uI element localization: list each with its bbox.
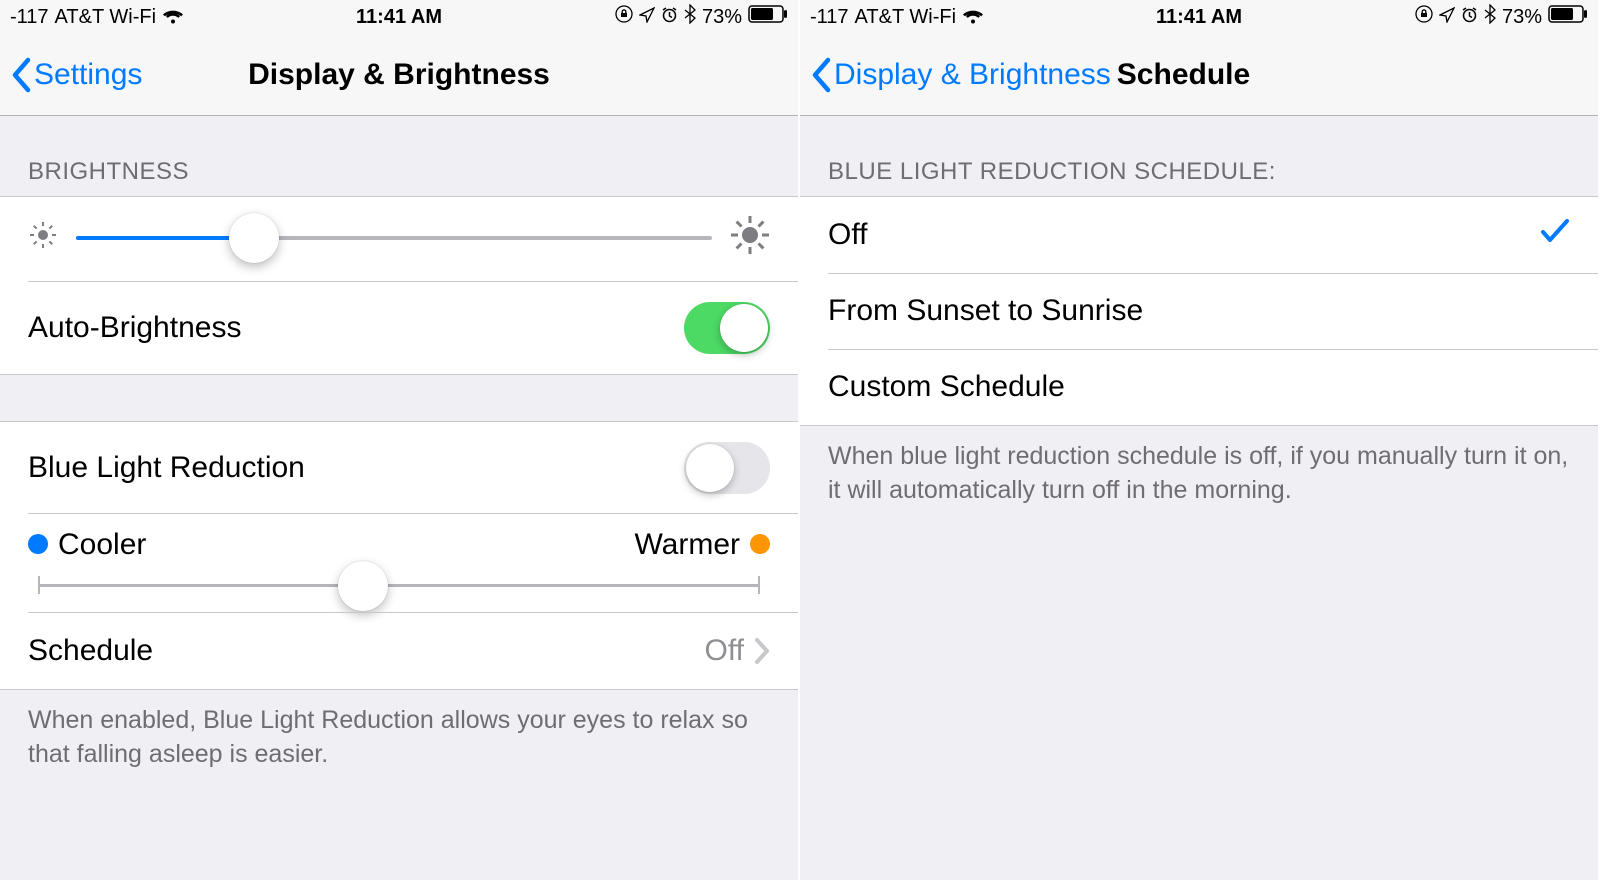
signal-strength: -117	[10, 6, 49, 29]
page-title: Schedule	[1117, 58, 1250, 92]
schedule-option-custom[interactable]: Custom Schedule	[800, 349, 1598, 425]
brightness-slider-cell	[0, 197, 798, 282]
auto-brightness-toggle[interactable]	[684, 302, 770, 354]
section-header-schedule: BLUE LIGHT REDUCTION SCHEDULE:	[800, 116, 1598, 196]
sun-small-icon	[28, 220, 58, 255]
bluetooth-icon	[684, 4, 696, 30]
option-label: From Sunset to Sunrise	[828, 294, 1143, 328]
warmer-dot-icon	[750, 534, 770, 554]
page-title: Display & Brightness	[248, 58, 550, 92]
alarm-icon	[661, 6, 678, 29]
screen-schedule: -117 AT&T Wi-Fi 11:41 AM 73% Display & B…	[800, 0, 1600, 880]
option-label: Custom Schedule	[828, 370, 1065, 404]
battery-icon	[748, 5, 788, 29]
blue-light-reduction-toggle[interactable]	[684, 442, 770, 494]
location-icon	[639, 6, 655, 29]
blue-light-footer: When enabled, Blue Light Reduction allow…	[0, 690, 798, 792]
schedule-label: Schedule	[28, 634, 153, 668]
section-header-brightness: BRIGHTNESS	[0, 116, 798, 196]
color-temperature-cell: Cooler Warmer	[0, 514, 798, 613]
wifi-icon	[962, 9, 984, 25]
back-button[interactable]: Settings	[10, 57, 142, 93]
bluetooth-icon	[1484, 4, 1496, 30]
status-time: 11:41 AM	[356, 6, 442, 29]
orientation-lock-icon	[615, 5, 633, 29]
status-bar: -117 AT&T Wi-Fi 11:41 AM 73%	[0, 0, 798, 34]
sun-large-icon	[730, 215, 770, 260]
blue-light-reduction-cell: Blue Light Reduction	[0, 422, 798, 514]
nav-bar: Display & Brightness Schedule	[800, 34, 1598, 116]
schedule-footer: When blue light reduction schedule is of…	[800, 426, 1598, 528]
wifi-icon	[162, 9, 184, 25]
orientation-lock-icon	[1415, 5, 1433, 29]
carrier-label: AT&T Wi-Fi	[855, 6, 956, 29]
chevron-right-icon	[754, 638, 770, 664]
signal-strength: -117	[810, 6, 849, 29]
alarm-icon	[1461, 6, 1478, 29]
schedule-options-group: Off From Sunset to Sunrise Custom Schedu…	[800, 196, 1598, 426]
battery-icon	[1548, 5, 1588, 29]
schedule-option-sunset-sunrise[interactable]: From Sunset to Sunrise	[800, 273, 1598, 349]
schedule-value: Off	[705, 634, 744, 668]
blue-light-reduction-label: Blue Light Reduction	[28, 451, 305, 485]
color-temperature-slider[interactable]	[38, 584, 760, 587]
status-bar: -117 AT&T Wi-Fi 11:41 AM 73%	[800, 0, 1598, 34]
checkmark-icon	[1540, 218, 1570, 252]
nav-bar: Settings Display & Brightness	[0, 34, 798, 116]
chevron-left-icon	[10, 57, 32, 93]
schedule-option-off[interactable]: Off	[800, 197, 1598, 273]
brightness-group: Auto-Brightness	[0, 196, 798, 375]
cooler-dot-icon	[28, 534, 48, 554]
cooler-label: Cooler	[28, 528, 146, 562]
brightness-slider[interactable]	[76, 236, 712, 240]
warmer-label: Warmer	[634, 528, 770, 562]
back-label: Display & Brightness	[834, 58, 1111, 92]
back-label: Settings	[34, 58, 142, 92]
status-time: 11:41 AM	[1156, 6, 1242, 29]
chevron-left-icon	[810, 57, 832, 93]
screen-display-brightness: -117 AT&T Wi-Fi 11:41 AM 73% Settings Di…	[0, 0, 800, 880]
auto-brightness-cell: Auto-Brightness	[0, 282, 798, 374]
schedule-cell[interactable]: Schedule Off	[0, 613, 798, 689]
battery-pct: 73%	[1502, 6, 1542, 29]
option-label: Off	[828, 218, 867, 252]
back-button[interactable]: Display & Brightness	[810, 57, 1111, 93]
battery-pct: 73%	[702, 6, 742, 29]
auto-brightness-label: Auto-Brightness	[28, 311, 241, 345]
carrier-label: AT&T Wi-Fi	[55, 6, 156, 29]
location-icon	[1439, 6, 1455, 29]
blue-light-group: Blue Light Reduction Cooler Warmer Sched…	[0, 421, 798, 690]
